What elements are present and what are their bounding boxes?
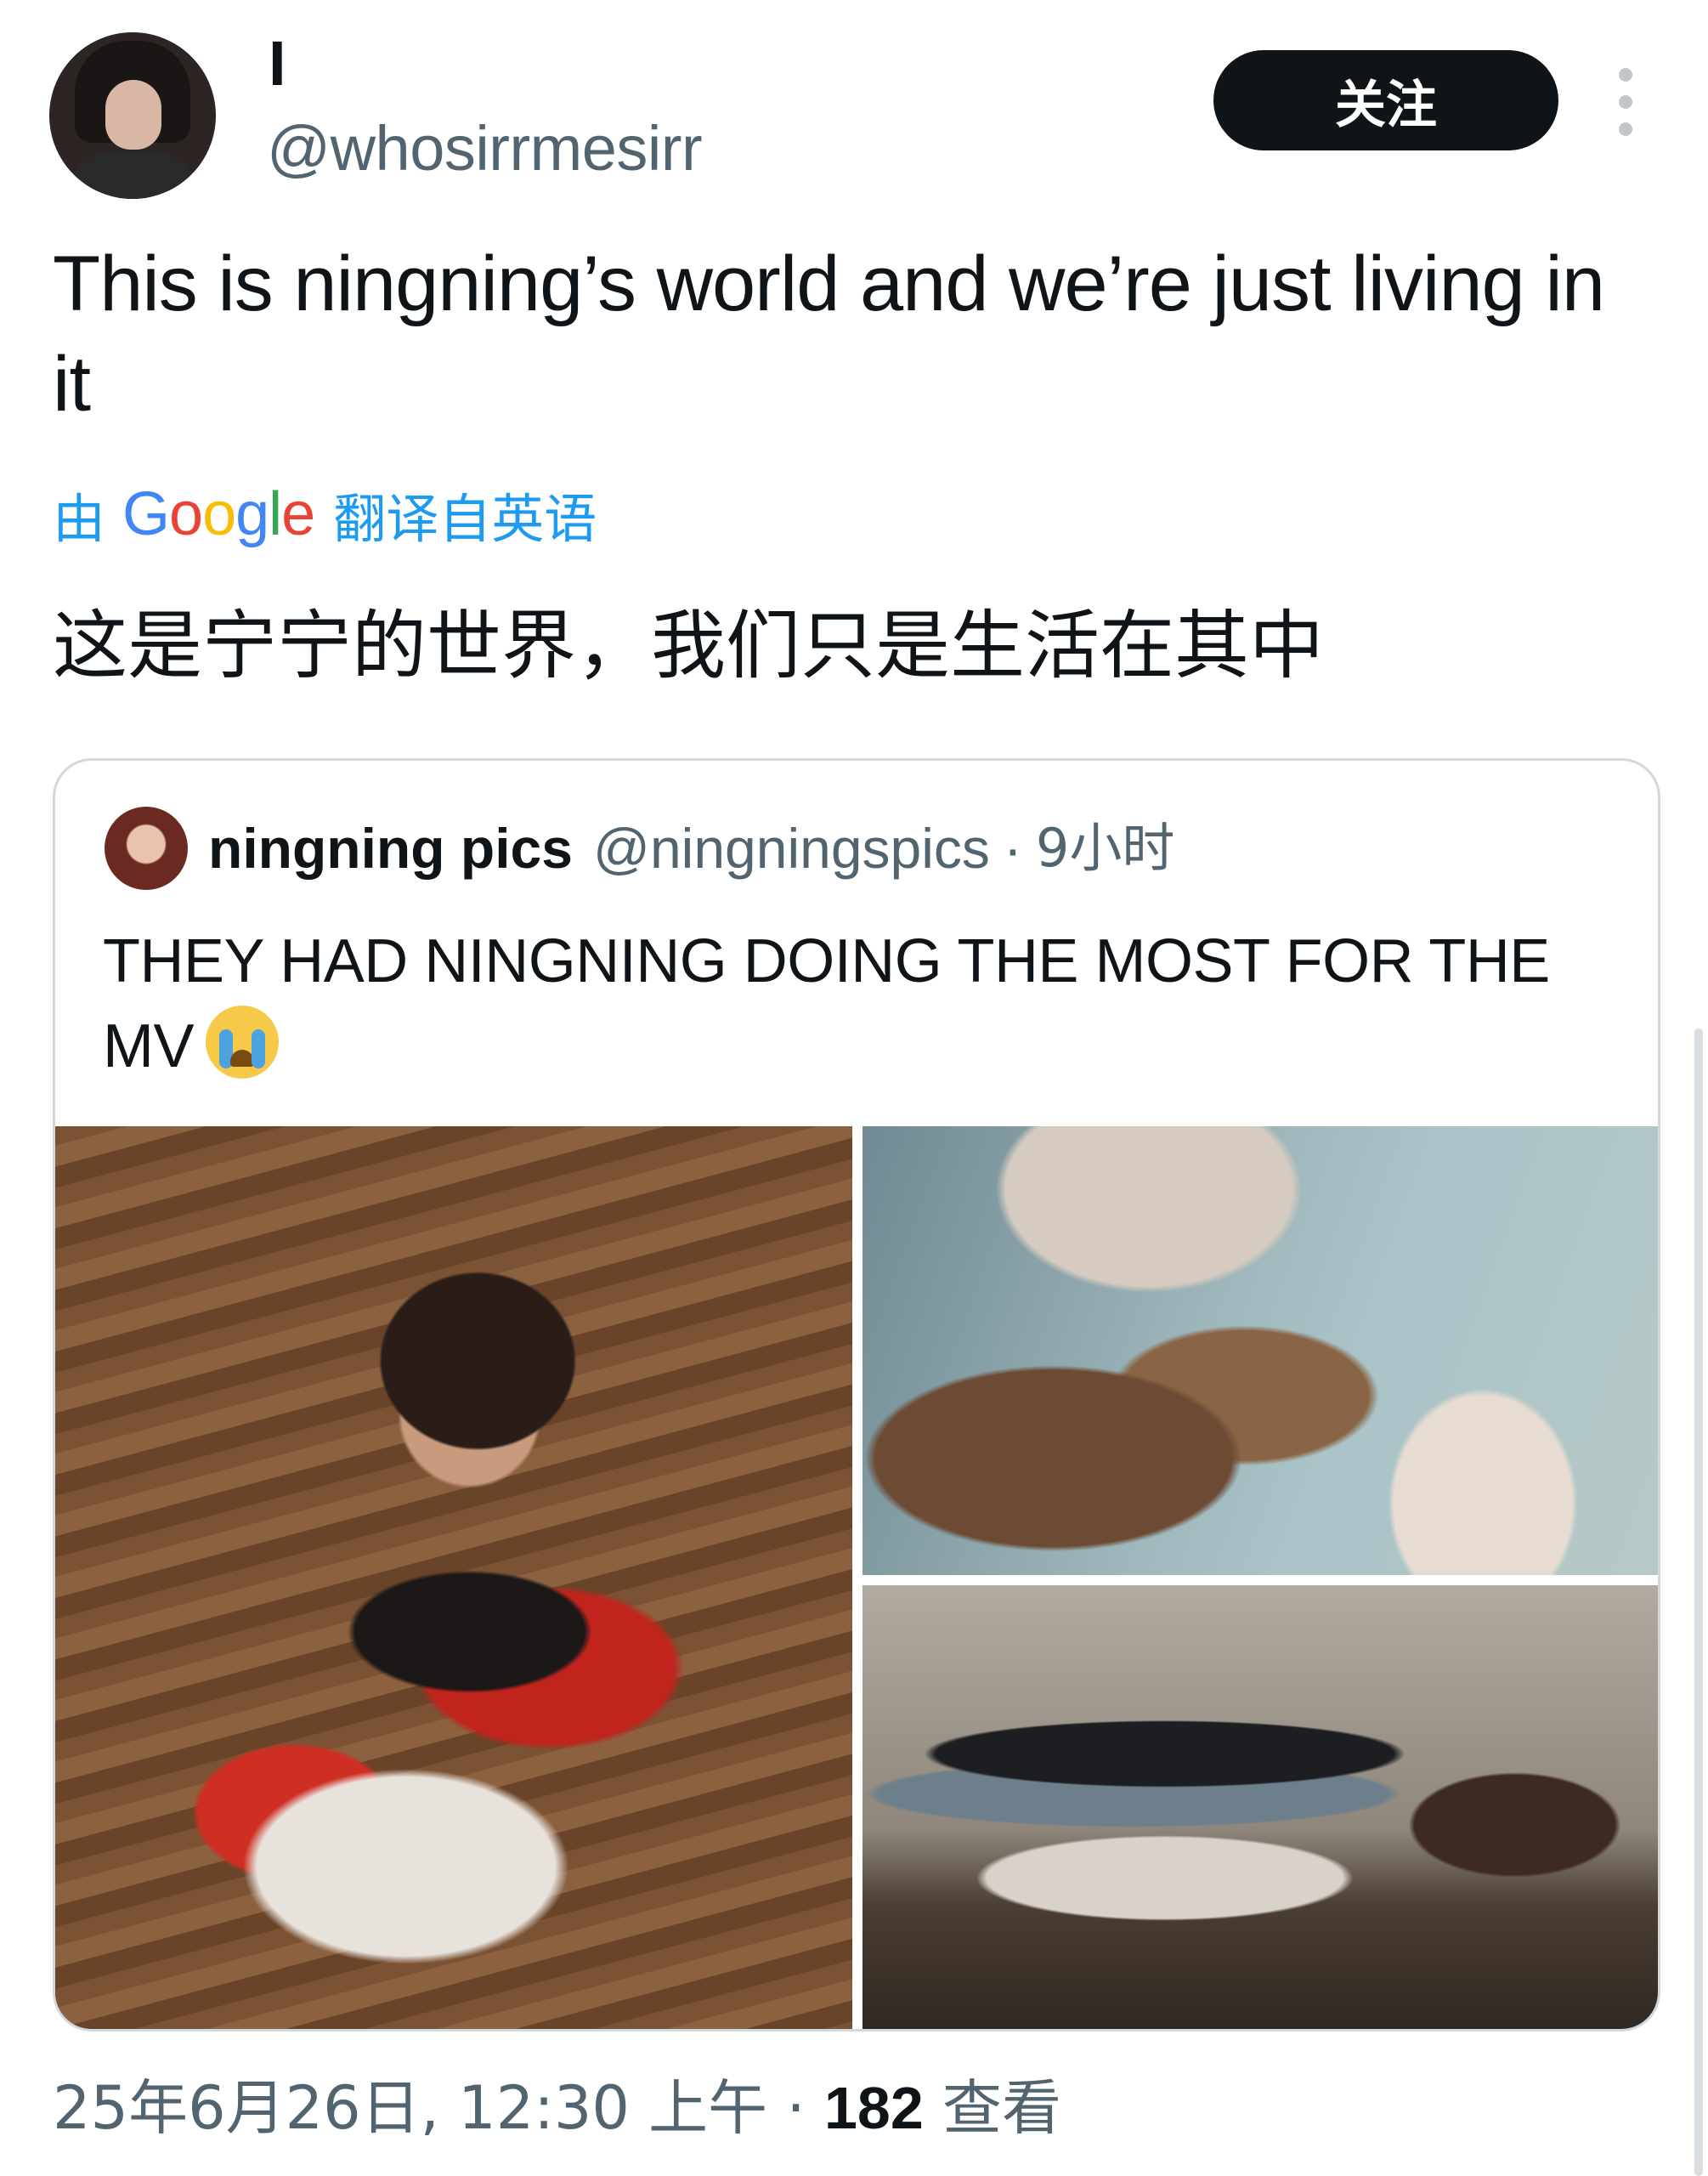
quoted-photo-3[interactable] bbox=[862, 1585, 1658, 2029]
translation-suffix: 翻译自英语 bbox=[333, 488, 597, 550]
quoted-tweet-text: THEY HAD NINGNING DOING THE MOST FOR THE… bbox=[103, 927, 1550, 1080]
dot bbox=[1619, 68, 1632, 82]
google-logo: Google bbox=[122, 480, 315, 548]
dot bbox=[1619, 95, 1632, 109]
author-avatar[interactable] bbox=[49, 32, 216, 199]
author-display-name[interactable]: I bbox=[269, 32, 286, 95]
views-label: 查看 bbox=[942, 2073, 1062, 2143]
tweet-timestamp[interactable]: 25年6月26日, 12:30 上午 bbox=[53, 2073, 767, 2143]
quoted-timestamp: 9小时 bbox=[1035, 817, 1175, 879]
quoted-tweet-text-block: THEY HAD NINGNING DOING THE MOST FOR THE… bbox=[103, 919, 1615, 1089]
translation-attribution[interactable]: 由 Google 翻译自英语 bbox=[53, 476, 597, 552]
avatar-body-shape bbox=[65, 151, 201, 199]
quoted-author-name: ningning pics bbox=[208, 817, 573, 880]
quoted-author-avatar bbox=[105, 807, 188, 890]
quoted-tweet-header: ningning pics @ningningspics · 9小时 bbox=[208, 810, 1174, 887]
follow-button[interactable]: 关注 bbox=[1213, 50, 1558, 150]
views-count: 182 bbox=[823, 2075, 924, 2141]
quoted-separator: · bbox=[1003, 817, 1022, 880]
quoted-photo-1[interactable] bbox=[55, 1126, 852, 2029]
meta-separator: · bbox=[786, 2073, 806, 2143]
more-options-icon[interactable] bbox=[1611, 68, 1640, 136]
tweet-meta: 25年6月26日, 12:30 上午 · 182 查看 bbox=[53, 2066, 1061, 2150]
dot bbox=[1619, 122, 1632, 136]
avatar-face-shape bbox=[105, 80, 161, 150]
quoted-author-handle: @ningningspics bbox=[592, 817, 990, 880]
tweet-text: This is ningning’s world and we’re just … bbox=[53, 241, 1605, 428]
scrollbar-thumb[interactable] bbox=[1694, 1028, 1703, 2176]
translation-prefix: 由 bbox=[53, 488, 106, 550]
translated-tweet-text: 这是宁宁的世界，我们只是生活在其中 bbox=[53, 602, 1325, 689]
loudly-crying-face-icon bbox=[206, 1006, 279, 1079]
author-handle[interactable]: @whosirrmesirr bbox=[267, 117, 703, 180]
quoted-tweet-card[interactable]: ningning pics @ningningspics · 9小时 THEY … bbox=[53, 758, 1660, 2032]
quoted-photo-2[interactable] bbox=[862, 1126, 1658, 1575]
